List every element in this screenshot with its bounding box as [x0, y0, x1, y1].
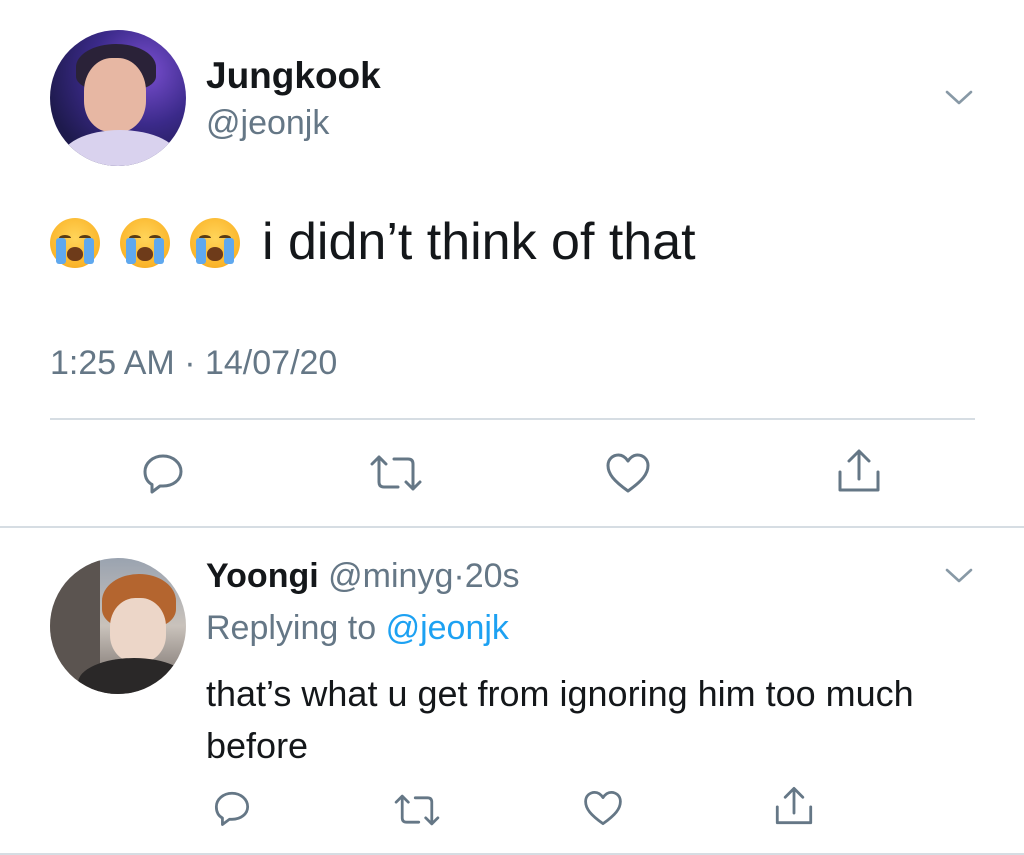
- timestamp-separator: ·: [184, 344, 196, 382]
- retweet-icon[interactable]: [392, 790, 442, 830]
- avatar-face: [84, 58, 146, 132]
- tweet-time: 1:25 AM: [50, 344, 175, 382]
- reply-icon[interactable]: [140, 450, 186, 496]
- author-avatar[interactable]: [50, 30, 186, 166]
- replying-to-label: Replying to: [206, 609, 377, 647]
- reply-age[interactable]: 20s: [465, 557, 520, 595]
- tweet-text: i didn’t think of that: [262, 213, 696, 271]
- divider: [0, 526, 1024, 528]
- reply-text: that’s what u get from ignoring him too …: [206, 673, 914, 766]
- reply-author-display-name[interactable]: Yoongi: [206, 557, 319, 595]
- reply-separator: ·: [453, 557, 465, 595]
- loudly-crying-face-icon: [120, 218, 170, 268]
- chevron-down-icon[interactable]: [944, 88, 974, 108]
- divider: [50, 418, 975, 420]
- replying-to: Replying to @jeonjk: [206, 609, 509, 648]
- like-icon[interactable]: [604, 450, 652, 496]
- author-display-name[interactable]: Jungkook: [206, 55, 381, 97]
- avatar-face: [110, 598, 166, 662]
- share-icon[interactable]: [772, 784, 816, 828]
- avatar-shirt: [60, 130, 180, 166]
- tweet-timestamp[interactable]: 1:25 AM · 14/07/20: [50, 344, 337, 383]
- reply-author-handle[interactable]: @minyg: [328, 557, 453, 595]
- loudly-crying-face-icon: [50, 218, 100, 268]
- like-icon[interactable]: [582, 788, 624, 828]
- reply-icon[interactable]: [212, 788, 252, 828]
- loudly-crying-face-icon: [190, 218, 240, 268]
- replying-to-mention[interactable]: @jeonjk: [386, 609, 509, 647]
- author-handle[interactable]: @jeonjk: [206, 104, 329, 143]
- chevron-down-icon[interactable]: [944, 566, 974, 586]
- tweet-date: 14/07/20: [204, 344, 338, 382]
- reply-header: Yoongi @minyg·20s: [206, 557, 520, 596]
- reply-author-avatar[interactable]: [50, 558, 186, 694]
- retweet-icon[interactable]: [368, 450, 424, 496]
- share-icon[interactable]: [834, 446, 884, 496]
